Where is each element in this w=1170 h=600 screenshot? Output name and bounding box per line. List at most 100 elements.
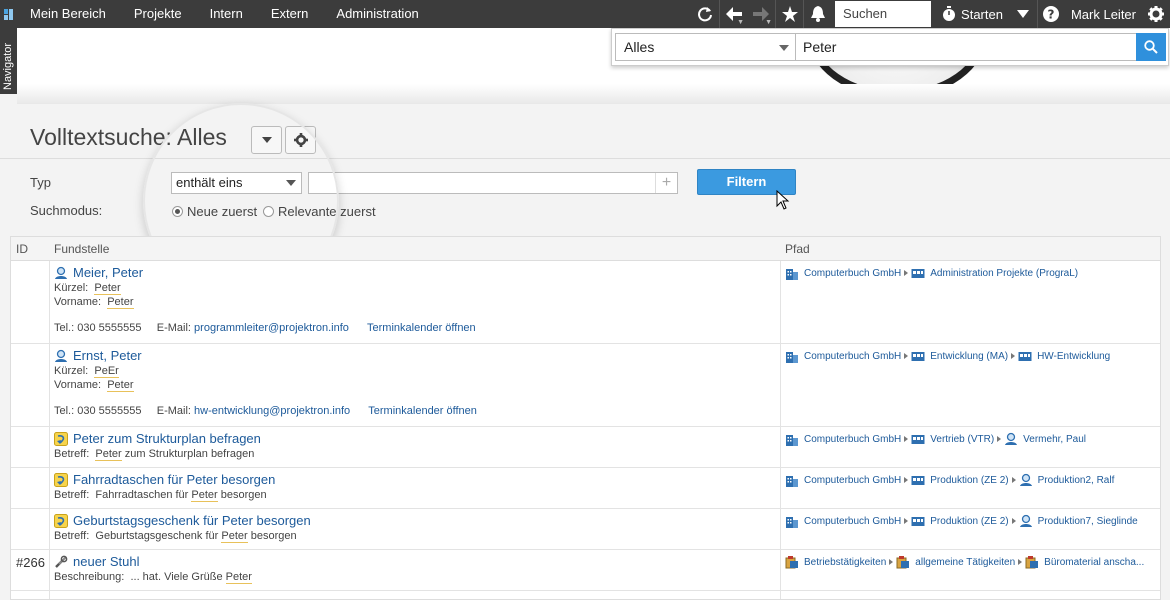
search-highlight: Peter <box>221 530 248 543</box>
activity-icon <box>896 555 915 569</box>
result-detail-line: Vorname: Peter <box>54 379 134 392</box>
result-betreff-line: Betreff: Peter zum Strukturplan befragen <box>54 448 255 461</box>
type-value-input[interactable]: + <box>308 172 678 194</box>
result-title-link[interactable]: Fahrradtaschen für Peter besorgen <box>54 472 275 487</box>
breadcrumb-arrow-icon <box>889 559 894 565</box>
menu-extern[interactable]: Extern <box>257 0 323 28</box>
menu-administration[interactable]: Administration <box>322 0 432 28</box>
company-icon <box>785 514 804 528</box>
result-title-link[interactable]: neuer Stuhl <box>54 554 252 569</box>
path-segment-link[interactable]: allgemeine Tätigkeiten <box>915 557 1015 568</box>
chevron-down-icon[interactable] <box>1009 0 1037 28</box>
back-arrow-icon[interactable]: ▼ <box>719 0 747 28</box>
search-submit-button[interactable] <box>1136 33 1166 61</box>
path-segment-link[interactable]: Entwicklung (MA) <box>930 351 1008 362</box>
chevron-down-icon <box>261 137 272 143</box>
path-segment-link[interactable]: HW-Entwicklung <box>1037 351 1110 362</box>
task-icon <box>54 472 73 487</box>
table-row[interactable]: Peter zum Strukturplan befragen Betreff: … <box>11 427 1160 468</box>
table-row[interactable]: #266 neuer Stuhl Beschreibung: ... hat. Vi… <box>11 550 1160 591</box>
open-calendar-link[interactable]: Terminkalender öffnen <box>367 322 476 334</box>
type-operator-select[interactable]: enthält eins <box>171 172 302 194</box>
help-icon[interactable]: ? <box>1036 0 1065 28</box>
table-row[interactable]: Meier, Peter Kürzel: Peter Vorname: Peter T… <box>11 261 1160 344</box>
path-segment-link[interactable]: Computerbuch GmbH <box>804 268 901 279</box>
path-segment-link[interactable]: Produktion7, Sieglinde <box>1038 516 1138 527</box>
search-highlight: PeEr <box>94 365 119 378</box>
search-scope-select[interactable]: Alles <box>615 33 796 61</box>
department-icon <box>911 349 930 363</box>
start-label: Starten <box>961 6 1003 22</box>
breadcrumb-arrow-icon <box>1018 559 1023 565</box>
search-dropdown-panel: Alles Peter <box>611 28 1169 66</box>
refresh-icon[interactable] <box>691 0 719 28</box>
app-logo-icon[interactable] <box>0 0 16 28</box>
bell-icon[interactable] <box>803 0 831 28</box>
path-segment-link[interactable]: Vertrieb (VTR) <box>930 434 994 445</box>
result-title: Peter zum Strukturplan befragen <box>73 431 261 446</box>
person-icon <box>54 266 73 280</box>
top-search-input[interactable]: Suchen <box>835 1 932 27</box>
star-icon[interactable] <box>775 0 803 28</box>
column-header-id[interactable]: ID <box>16 242 28 256</box>
phone-number: Tel.: 030 5555555 <box>54 322 142 334</box>
result-path: Computerbuch GmbH Produktion (ZE 2) Produk… <box>785 473 1114 487</box>
contact-line: Tel.: 030 5555555 E-Mail: programmleiter… <box>54 322 476 334</box>
menu-mein-bereich[interactable]: Mein Bereich <box>16 0 120 28</box>
task-icon <box>54 513 73 528</box>
search-query-input[interactable]: Peter <box>795 33 1137 61</box>
start-timer-button[interactable]: Starten <box>935 6 1009 22</box>
mode-option-neue-zuerst[interactable]: Neue zuerst <box>172 204 257 219</box>
path-segment-link[interactable]: Administration Projekte (PrograL) <box>930 268 1078 279</box>
result-path: Betriebstätigkeiten allgemeine Tätigkeite… <box>785 555 1144 569</box>
row-id: #266 <box>16 555 45 570</box>
path-segment-link[interactable]: Produktion (ZE 2) <box>930 516 1008 527</box>
table-row[interactable] <box>11 591 1160 599</box>
result-title-link[interactable]: Geburtstagsgeschenk für Peter besorgen <box>54 513 311 528</box>
email-link[interactable]: programmleiter@projektron.info <box>194 322 349 334</box>
path-segment-link[interactable]: Produktion (ZE 2) <box>930 475 1008 486</box>
gear-icon <box>293 133 308 147</box>
path-segment-link[interactable]: Computerbuch GmbH <box>804 434 901 445</box>
path-segment-link[interactable]: Computerbuch GmbH <box>804 475 901 486</box>
path-segment-link[interactable]: Betriebstätigkeiten <box>804 557 886 568</box>
table-row[interactable]: Ernst, Peter Kürzel: PeEr Vorname: Peter Te… <box>11 344 1160 427</box>
user-name[interactable]: Mark Leiter <box>1065 7 1142 22</box>
table-row[interactable]: Geburtstagsgeschenk für Peter besorgen Be… <box>11 509 1160 550</box>
mode-option-relevante-zuerst[interactable]: Relevante zuerst <box>263 204 376 219</box>
menu-intern[interactable]: Intern <box>196 0 257 28</box>
main-menu: Mein Bereich Projekte Intern Extern Admi… <box>16 0 433 28</box>
path-segment-link[interactable]: Computerbuch GmbH <box>804 351 901 362</box>
result-entry: neuer Stuhl Beschreibung: ... hat. Viele … <box>54 554 252 584</box>
department-icon <box>911 266 930 280</box>
result-title-link[interactable]: Ernst, Peter <box>54 348 142 363</box>
type-label: Typ <box>30 175 51 190</box>
radio-unselected-icon <box>263 206 274 217</box>
menu-projekte[interactable]: Projekte <box>120 0 196 28</box>
task-icon <box>54 431 73 446</box>
stopwatch-icon <box>943 6 956 21</box>
gear-icon[interactable] <box>1142 0 1170 28</box>
column-header-pfad[interactable]: Pfad <box>785 242 810 256</box>
path-segment-link[interactable]: Computerbuch GmbH <box>804 516 901 527</box>
table-row[interactable]: Fahrradtaschen für Peter besorgen Betreff… <box>11 468 1160 509</box>
path-segment-link[interactable]: Vermehr, Paul <box>1023 434 1086 445</box>
result-title-link[interactable]: Meier, Peter <box>54 265 143 280</box>
column-header-fundstelle[interactable]: Fundstelle <box>54 242 109 256</box>
navigator-tab[interactable]: Navigator <box>0 28 17 94</box>
email-link[interactable]: hw-entwicklung@projektron.info <box>194 405 350 417</box>
forward-arrow-icon[interactable]: ▼ <box>747 0 775 28</box>
result-title-link[interactable]: Peter zum Strukturplan befragen <box>54 431 261 446</box>
path-segment-link[interactable]: Büromaterial anscha... <box>1044 557 1144 568</box>
chevron-down-icon <box>779 45 789 51</box>
result-path: Computerbuch GmbH Produktion (ZE 2) Produk… <box>785 514 1138 528</box>
search-icon <box>1144 40 1158 54</box>
breadcrumb-arrow-icon <box>1011 477 1016 483</box>
add-value-icon[interactable]: + <box>655 173 677 193</box>
title-dropdown-button[interactable] <box>251 126 282 154</box>
page-title: Volltextsuche: Alles <box>30 124 227 150</box>
view-settings-button[interactable] <box>285 126 316 154</box>
path-segment-link[interactable]: Produktion2, Ralf <box>1038 475 1115 486</box>
open-calendar-link[interactable]: Terminkalender öffnen <box>368 405 477 417</box>
tools-icon <box>54 555 73 569</box>
